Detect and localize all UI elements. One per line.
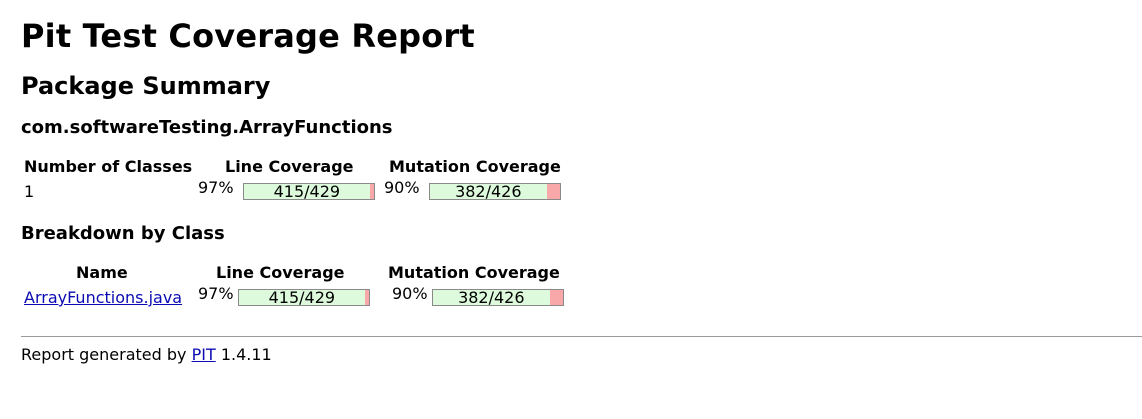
mutation-coverage-bar: 382/426: [429, 183, 561, 200]
header-name: Name: [76, 263, 128, 282]
header-number-of-classes: Number of Classes: [24, 157, 193, 176]
class-mutation-coverage-percent: 90%: [392, 284, 428, 303]
breakdown-heading: Breakdown by Class: [21, 223, 225, 244]
package-name: com.softwareTesting.ArrayFunctions: [21, 117, 393, 138]
line-coverage-ratio: 415/429: [273, 183, 341, 200]
number-of-classes-value: 1: [24, 182, 35, 201]
class-line-coverage-percent: 97%: [198, 284, 234, 303]
class-mutation-coverage-ratio: 382/426: [458, 289, 525, 306]
footer: Report generated by PIT 1.4.11: [21, 344, 272, 366]
footer-version: 1.4.11: [220, 345, 272, 364]
class-line-coverage-ratio: 415/429: [268, 289, 336, 306]
class-link-arrayfunctions[interactable]: ArrayFunctions.java: [24, 288, 182, 308]
mutation-coverage-percent: 90%: [384, 178, 420, 197]
header-class-line-coverage: Line Coverage: [216, 263, 345, 282]
class-line-coverage-bar: 415/429: [238, 289, 370, 306]
footer-prefix: Report generated by: [21, 345, 187, 364]
class-mutation-coverage-uncovered: [549, 290, 563, 305]
class-line-coverage-uncovered: [364, 290, 369, 305]
line-coverage-percent: 97%: [198, 178, 234, 197]
mutation-coverage-uncovered: [546, 184, 560, 199]
footer-divider: [21, 336, 1142, 337]
mutation-coverage-ratio: 382/426: [455, 183, 522, 200]
line-coverage-uncovered: [369, 184, 374, 199]
line-coverage-bar: 415/429: [243, 183, 375, 200]
header-line-coverage: Line Coverage: [225, 157, 354, 176]
header-mutation-coverage: Mutation Coverage: [389, 157, 561, 176]
pit-link[interactable]: PIT: [192, 345, 216, 364]
class-mutation-coverage-bar: 382/426: [432, 289, 564, 306]
header-class-mutation-coverage: Mutation Coverage: [388, 263, 560, 282]
package-summary-heading: Package Summary: [21, 72, 271, 100]
page-title: Pit Test Coverage Report: [21, 17, 475, 55]
